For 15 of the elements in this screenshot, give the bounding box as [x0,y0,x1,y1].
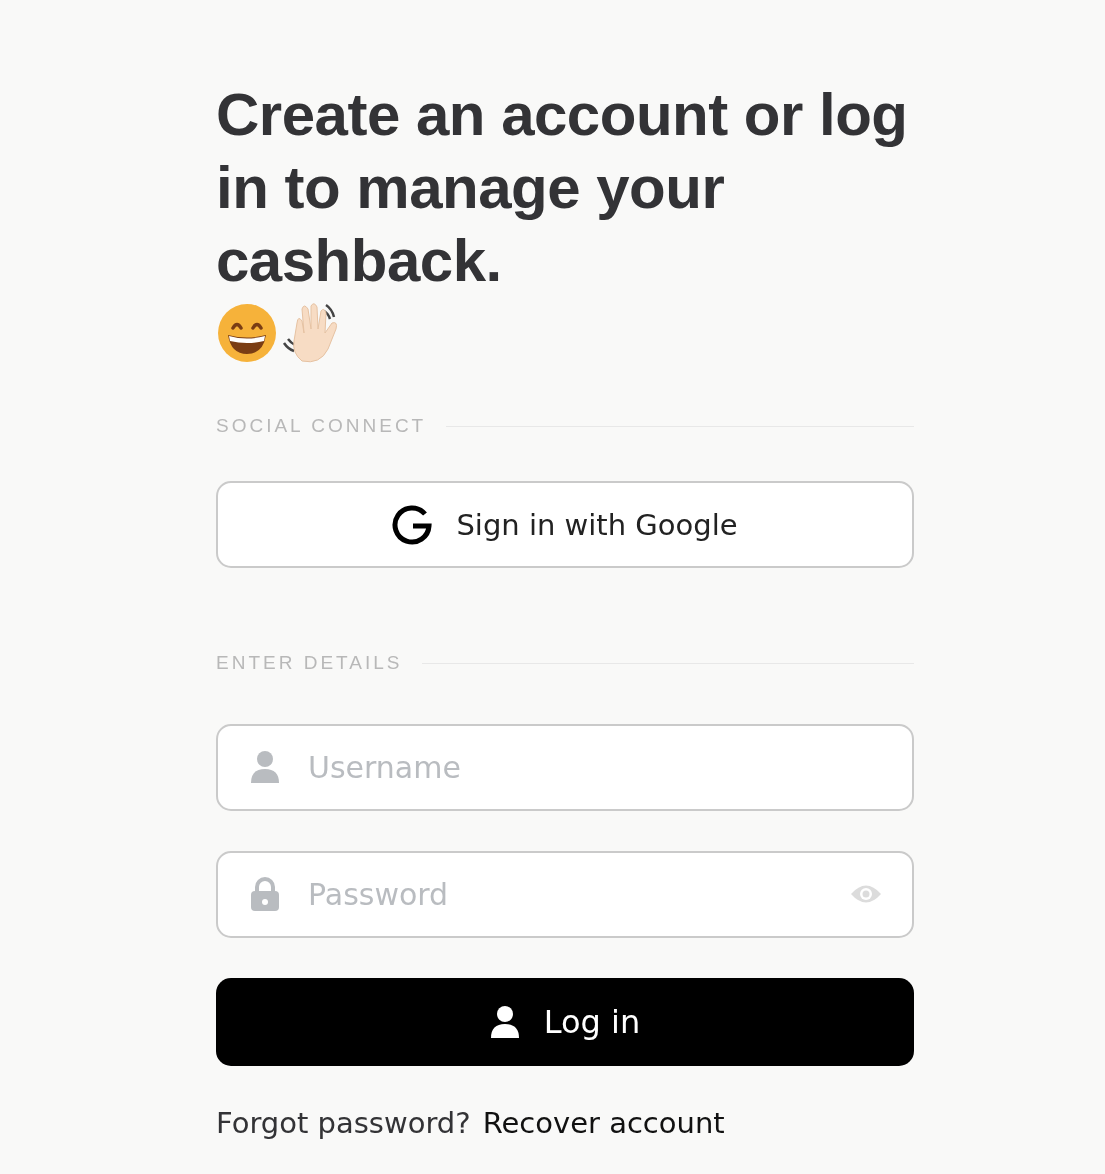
forgot-password-text: Forgot password? [216,1106,471,1140]
eye-icon[interactable] [850,883,882,905]
username-field[interactable]: Username [216,724,914,811]
grinning-face-emoji-icon [216,302,278,364]
section-label: SOCIAL CONNECT [216,415,427,437]
section-label: ENTER DETAILS [216,652,403,674]
login-button[interactable]: Log in [216,978,914,1066]
page-heading: Create an account or log in to manage your cashback. [216,80,909,296]
password-field[interactable]: Password [216,851,914,938]
google-sign-in-button[interactable]: Sign in with Google [216,481,914,568]
lock-icon [250,877,280,911]
google-logo-icon [392,504,433,545]
person-icon [250,750,280,784]
recover-account-link[interactable]: Recover account [482,1106,725,1140]
person-icon [489,1005,520,1039]
